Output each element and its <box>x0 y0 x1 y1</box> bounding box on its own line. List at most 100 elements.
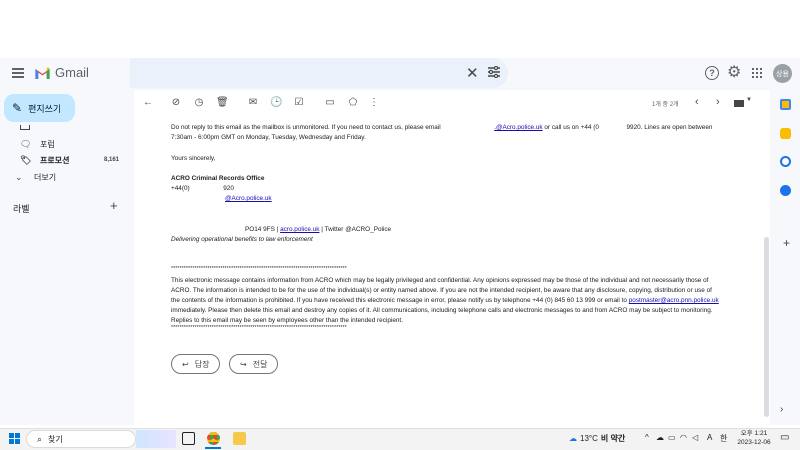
email-link[interactable]: .@Acro.police.uk <box>494 124 542 131</box>
reply-icon: ↩ <box>182 359 189 369</box>
gmail-logo[interactable]: Gmail <box>34 65 89 80</box>
unread-count: 8,161 <box>103 157 119 163</box>
chevron-up-icon[interactable]: ^ <box>645 433 649 442</box>
cloud-sync-icon[interactable]: ☁ <box>656 433 664 442</box>
speaker-icon[interactable]: ◁ <box>692 433 698 442</box>
account-avatar[interactable]: 상용 <box>773 64 792 83</box>
contact-email-link[interactable]: @Acro.police.uk <box>225 195 272 202</box>
weather-description: 비 약간 <box>600 434 626 443</box>
search-bar[interactable] <box>130 58 508 88</box>
app-name: Gmail <box>55 65 89 80</box>
disclaimer-line: Replies to this email may be seen by emp… <box>171 317 403 324</box>
clear-search-icon[interactable]: ✕ <box>466 64 479 82</box>
weather-widget[interactable]: ☁ 13°C 비 약간 <box>569 433 625 444</box>
tagline: Delivering operational benefits to law e… <box>171 236 313 243</box>
search-options-icon[interactable] <box>488 66 500 78</box>
taskbar-search-label: 찾기 <box>48 434 63 444</box>
phone-line: +44(0) 920 <box>171 184 234 193</box>
chrome-icon[interactable] <box>207 432 220 445</box>
wifi-icon[interactable]: ◠ <box>680 433 687 442</box>
google-apps-icon[interactable] <box>752 68 762 78</box>
clock-icon[interactable]: 🕒 <box>270 97 282 109</box>
pencil-icon: ✎ <box>12 101 23 115</box>
labels-heading: 라벨 <box>13 204 30 214</box>
disclaimer-line: immediately. Please then delete this ema… <box>171 307 713 314</box>
clock-date: 2023-12-06 <box>737 439 771 446</box>
notification-icon[interactable]: ▭ <box>780 432 789 443</box>
website-link[interactable]: acro.police.uk <box>280 226 319 233</box>
keyboard-icon[interactable] <box>734 100 744 107</box>
expand-panel-icon[interactable]: › <box>780 404 783 415</box>
label-icon[interactable]: ⬠ <box>347 97 359 109</box>
rain-cloud-icon: ☁ <box>569 434 577 443</box>
twitter-handle: | Twitter @ACRO_Police <box>321 226 392 233</box>
contact-email: @Acro.police.uk <box>225 194 272 203</box>
reply-button[interactable]: ↩ 답장 <box>171 354 221 374</box>
disclaimer-line: ACRO. The information is intended to be … <box>171 287 712 294</box>
caret-down-icon[interactable]: ▼ <box>746 97 752 103</box>
add-task-icon[interactable]: ☑ <box>293 97 305 109</box>
postcode: PO14 9FS | <box>245 226 279 233</box>
gmail-m-icon <box>35 67 50 79</box>
search-icon: ⌕ <box>37 433 43 444</box>
settings-icon[interactable]: ⚙ <box>727 65 741 81</box>
body-text: 9920. Lines are open between <box>626 124 713 131</box>
contacts-icon[interactable] <box>780 185 791 196</box>
sidebar-item-more[interactable]: ⌄ 더보기 <box>15 170 56 184</box>
more-options-icon[interactable]: ⋮ <box>368 97 380 109</box>
windows-start-icon[interactable] <box>9 433 20 444</box>
sidebar-item-label: 프로모션 <box>40 155 70 165</box>
task-view-icon[interactable] <box>182 432 195 445</box>
delete-icon[interactable]: 🗑 <box>216 97 229 109</box>
body-text: Do not reply to this email as the mailbo… <box>171 124 441 131</box>
sidebar-item-forums[interactable]: 🗨 포럼 <box>20 137 134 151</box>
main-menu-icon[interactable] <box>12 68 24 78</box>
tag-icon: 🏷 <box>20 154 32 165</box>
postmaster-link[interactable]: postmaster@acro.pnn.police.uk <box>629 297 719 304</box>
next-icon[interactable]: › <box>716 96 720 108</box>
battery-icon[interactable]: ▭ <box>668 433 676 442</box>
weather-temperature: 13°C <box>580 434 598 443</box>
separator-stars: ****************************************… <box>171 325 347 331</box>
keep-icon[interactable] <box>780 128 791 139</box>
sidebar-item-promotions[interactable]: 🏷 프로모션 8,161 <box>20 153 134 167</box>
closing-text: Yours sincerely, <box>171 155 216 162</box>
input-language[interactable]: 한 <box>720 433 727 444</box>
phone-suffix: 920 <box>223 185 234 192</box>
email-body-line: 7:30am - 6:00pm GMT on Monday, Tuesday, … <box>171 134 366 141</box>
clock-time: 오후 1:21 <box>740 430 768 437</box>
disclaimer-text: the contents of the information is prohi… <box>171 297 627 304</box>
add-label-icon[interactable]: + <box>110 198 118 213</box>
back-arrow-icon[interactable]: ← <box>142 97 154 109</box>
compose-button[interactable]: ✎ 편지쓰기 <box>4 94 75 122</box>
active-app-indicator <box>205 447 221 449</box>
sidebar-item-label: 더보기 <box>34 172 57 182</box>
help-icon[interactable]: ? <box>705 66 719 80</box>
reply-label: 답장 <box>194 359 210 369</box>
separator-stars: ****************************************… <box>171 266 347 272</box>
snooze-icon[interactable]: ◷ <box>193 97 205 109</box>
scrollbar-thumb[interactable] <box>764 237 769 417</box>
calendar-icon[interactable] <box>780 99 791 110</box>
side-panel <box>770 90 800 425</box>
get-addons-icon[interactable]: + <box>783 236 790 250</box>
search-highlight-image[interactable] <box>136 430 176 448</box>
address-line: PO14 9FS | acro.police.uk | Twitter @ACR… <box>245 225 391 234</box>
file-explorer-icon[interactable] <box>233 432 246 445</box>
forward-button[interactable]: ↪ 전달 <box>229 354 279 374</box>
mark-unread-icon[interactable]: ✉ <box>247 97 259 109</box>
compose-label: 편지쓰기 <box>28 103 62 114</box>
sidebar-item-label: 포럼 <box>40 139 55 149</box>
tasks-icon[interactable] <box>780 156 791 167</box>
move-to-icon[interactable]: ▭ <box>324 97 336 109</box>
disclaimer-line: This electronic message contains informa… <box>171 277 709 284</box>
previous-icon[interactable]: ‹ <box>695 96 699 108</box>
report-spam-icon[interactable]: ⊘ <box>170 97 182 109</box>
ime-mode[interactable]: A <box>707 433 712 442</box>
system-clock[interactable]: 오후 1:21 2023-12-06 <box>735 429 773 447</box>
body-text: or call us on +44 (0 <box>544 124 599 131</box>
partial-folder-icon <box>20 125 30 130</box>
taskbar-search[interactable]: ⌕ 찾기 <box>26 430 136 448</box>
org-name: ACRO Criminal Records Office <box>171 175 265 182</box>
forum-icon: 🗨 <box>20 138 32 149</box>
